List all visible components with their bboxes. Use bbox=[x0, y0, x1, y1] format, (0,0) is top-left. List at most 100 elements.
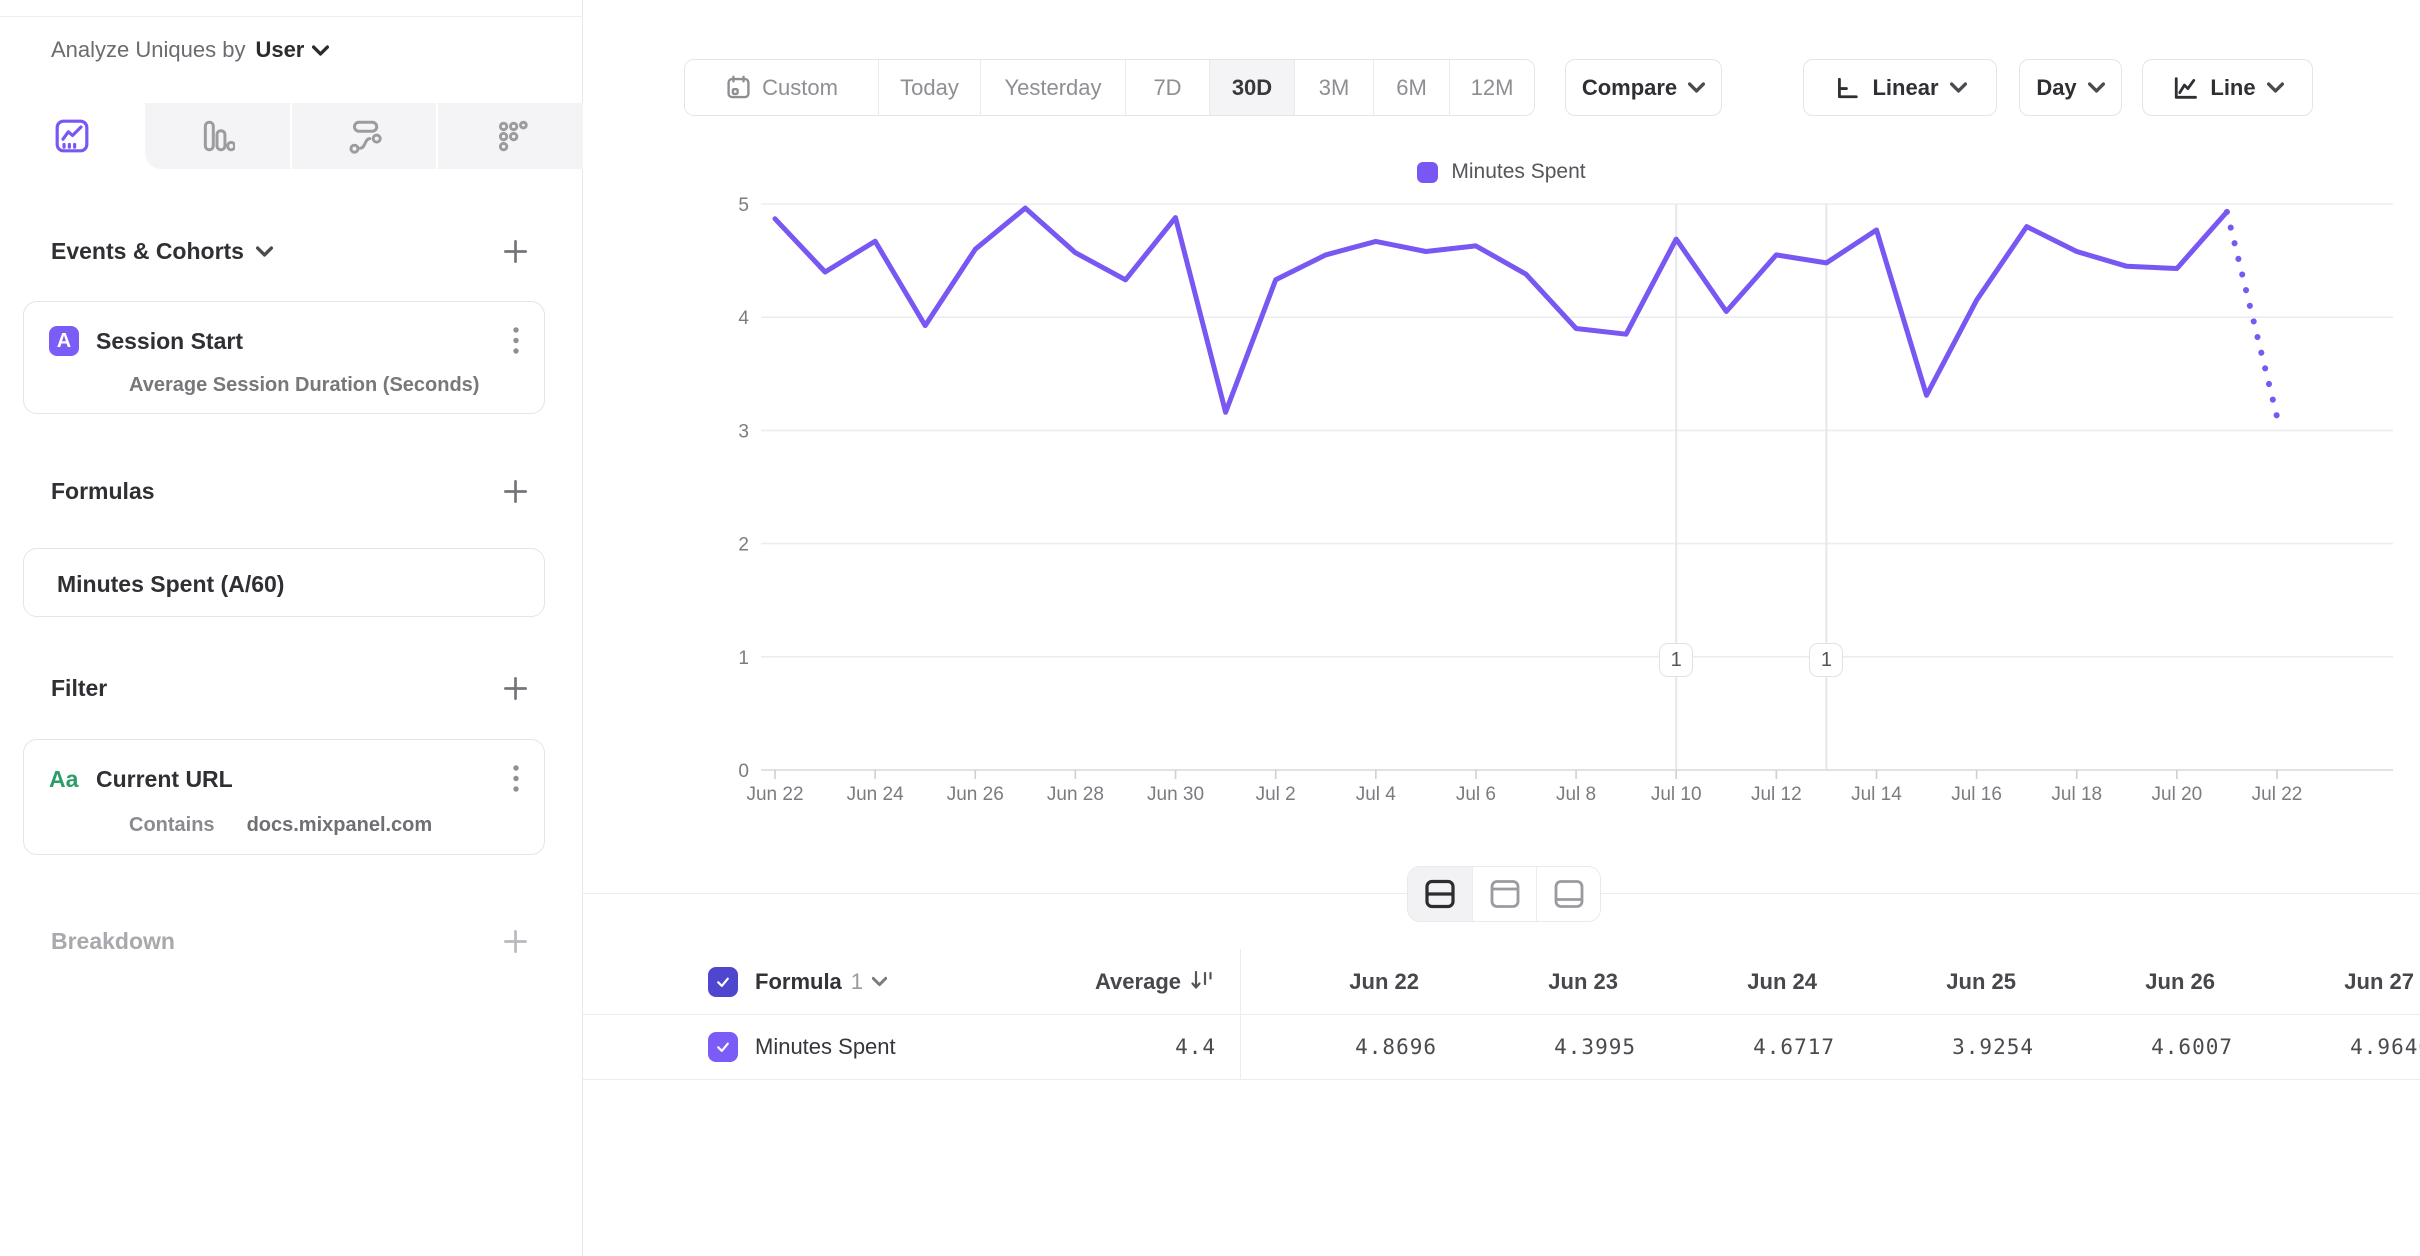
table-date-header[interactable]: Jun 24 bbox=[1638, 969, 1837, 995]
filter-value[interactable]: docs.mixpanel.com bbox=[247, 814, 433, 837]
range-custom[interactable]: Custom bbox=[685, 60, 878, 115]
add-breakdown-button[interactable] bbox=[498, 924, 532, 958]
event-options-kebab-icon[interactable] bbox=[508, 322, 524, 360]
compare-button[interactable]: Compare bbox=[1565, 59, 1722, 116]
add-event-button[interactable] bbox=[498, 234, 532, 268]
table-date-header[interactable]: Jun 23 bbox=[1439, 969, 1638, 995]
y-axis-tick-label: 2 bbox=[738, 535, 749, 556]
x-axis-tick-label: Jun 26 bbox=[947, 784, 1004, 805]
chart-type-dropdown[interactable]: Line bbox=[2142, 59, 2313, 116]
table-column-divider bbox=[1240, 949, 1241, 1080]
chevron-down-icon bbox=[872, 976, 887, 987]
event-name: Session Start bbox=[96, 328, 243, 355]
line-chart-canvas: 012345Jun 22Jun 24Jun 26Jun 28Jun 30Jul … bbox=[583, 170, 2420, 860]
events-cohorts-section-header: Events & Cohorts bbox=[51, 228, 532, 274]
plus-icon bbox=[502, 928, 529, 955]
linear-scale-icon bbox=[1833, 74, 1861, 102]
event-aggregation[interactable]: Average Session Duration (Seconds) bbox=[129, 374, 524, 397]
text-property-icon: Aa bbox=[49, 766, 85, 793]
table-date-header[interactable]: Jun 26 bbox=[2036, 969, 2235, 995]
flows-icon bbox=[346, 118, 382, 154]
range-today[interactable]: Today bbox=[878, 60, 980, 115]
row-checkbox[interactable] bbox=[708, 1032, 738, 1062]
date-range-control: Custom Today Yesterday 7D 30D 3M 6M 12M bbox=[684, 59, 1535, 116]
range-label: 12M bbox=[1471, 75, 1514, 101]
chevron-down-icon bbox=[1950, 82, 1967, 93]
sort-icon bbox=[1189, 968, 1216, 995]
chevron-down-icon[interactable] bbox=[256, 246, 273, 257]
layout-chart-only-button[interactable] bbox=[1472, 867, 1536, 921]
layout-split-view-button[interactable] bbox=[1408, 867, 1472, 921]
x-axis-tick-label: Jul 14 bbox=[1851, 784, 1902, 805]
x-axis-tick-label: Jun 24 bbox=[847, 784, 904, 805]
add-formula-button[interactable] bbox=[498, 474, 532, 508]
formula-label: Formula bbox=[755, 969, 842, 995]
filter-options-kebab-icon[interactable] bbox=[508, 760, 524, 798]
x-axis-tick-label: Jun 28 bbox=[1047, 784, 1104, 805]
x-axis-tick-label: Jul 12 bbox=[1751, 784, 1802, 805]
scale-dropdown[interactable]: Linear bbox=[1803, 59, 1997, 116]
range-label: 30D bbox=[1232, 75, 1272, 101]
select-all-checkbox[interactable] bbox=[708, 967, 738, 997]
table-cell-value: 3.9254 bbox=[1837, 1035, 2036, 1059]
range-label: Yesterday bbox=[1004, 75, 1101, 101]
chevron-down-icon bbox=[2088, 82, 2105, 93]
tab-flows[interactable] bbox=[290, 103, 437, 169]
x-axis-tick-label: Jul 8 bbox=[1556, 784, 1596, 805]
y-axis-tick-label: 1 bbox=[738, 648, 749, 669]
range-yesterday[interactable]: Yesterday bbox=[980, 60, 1125, 115]
x-axis-tick-label: Jul 2 bbox=[1256, 784, 1296, 805]
table-cell-value: 4.9640 bbox=[2235, 1035, 2420, 1059]
range-30d[interactable]: 30D bbox=[1209, 60, 1294, 115]
annotation-count-badge[interactable]: 1 bbox=[1809, 643, 1843, 677]
table-cell-value: 4.3995 bbox=[1439, 1035, 1638, 1059]
scale-label: Linear bbox=[1872, 75, 1938, 101]
interval-dropdown[interactable]: Day bbox=[2019, 59, 2122, 116]
range-12m[interactable]: 12M bbox=[1449, 60, 1534, 115]
table-date-header[interactable]: Jun 27 bbox=[2235, 969, 2420, 995]
table-cell-value: 4.6717 bbox=[1638, 1035, 1837, 1059]
range-3m[interactable]: 3M bbox=[1294, 60, 1373, 115]
add-filter-button[interactable] bbox=[498, 671, 532, 705]
x-axis-tick-label: Jul 4 bbox=[1356, 784, 1397, 805]
sidebar-top-divider bbox=[0, 16, 583, 17]
x-axis-tick-label: Jul 16 bbox=[1951, 784, 2002, 805]
row-average-value: 4.4 bbox=[1175, 1035, 1240, 1059]
table-cell-value: 4.8696 bbox=[1240, 1035, 1439, 1059]
range-label: Today bbox=[900, 75, 959, 101]
range-label: 3M bbox=[1319, 75, 1350, 101]
annotation-count-badge[interactable]: 1 bbox=[1659, 643, 1693, 677]
formula-card[interactable]: Minutes Spent (A/60) bbox=[23, 548, 545, 617]
filter-property-name: Current URL bbox=[96, 766, 233, 793]
mixpanel-insights-report: Analyze Uniques by User bbox=[0, 0, 2420, 1256]
range-6m[interactable]: 6M bbox=[1373, 60, 1449, 115]
row-series-name: Minutes Spent bbox=[755, 1034, 896, 1060]
formula-column-dropdown[interactable]: Formula 1 bbox=[755, 969, 887, 995]
analyze-uniques-row: Analyze Uniques by User bbox=[51, 28, 552, 72]
formulas-section-header: Formulas bbox=[51, 468, 532, 514]
chart-only-icon bbox=[1487, 878, 1523, 910]
analyze-by-dropdown[interactable]: User bbox=[255, 37, 329, 63]
check-icon bbox=[713, 1038, 733, 1056]
report-type-tabs bbox=[0, 103, 583, 169]
y-axis-tick-label: 3 bbox=[738, 421, 749, 442]
event-series-badge: A bbox=[49, 326, 79, 356]
calendar-icon bbox=[725, 74, 752, 101]
analyze-uniques-label: Analyze Uniques by bbox=[51, 37, 245, 63]
tab-funnels[interactable] bbox=[145, 103, 290, 169]
range-7d[interactable]: 7D bbox=[1125, 60, 1209, 115]
table-date-header[interactable]: Jun 25 bbox=[1837, 969, 2036, 995]
split-view-icon bbox=[1422, 878, 1458, 910]
tab-retention[interactable] bbox=[436, 103, 583, 169]
event-card-session-start[interactable]: A Session Start Average Session Duration… bbox=[23, 301, 545, 414]
chevron-down-icon bbox=[1688, 82, 1705, 93]
breakdown-section-header: Breakdown bbox=[51, 918, 532, 964]
filter-card-current-url[interactable]: Aa Current URL Contains docs.mixpanel.co… bbox=[23, 739, 545, 855]
series-line-minutes-spent bbox=[775, 208, 2227, 412]
x-axis-tick-label: Jul 6 bbox=[1456, 784, 1496, 805]
filter-operator[interactable]: Contains bbox=[129, 814, 215, 837]
table-date-header[interactable]: Jun 22 bbox=[1240, 969, 1439, 995]
average-sort-header[interactable]: Average bbox=[1095, 968, 1240, 995]
tab-insights[interactable] bbox=[0, 103, 145, 169]
layout-table-only-button[interactable] bbox=[1536, 867, 1600, 921]
